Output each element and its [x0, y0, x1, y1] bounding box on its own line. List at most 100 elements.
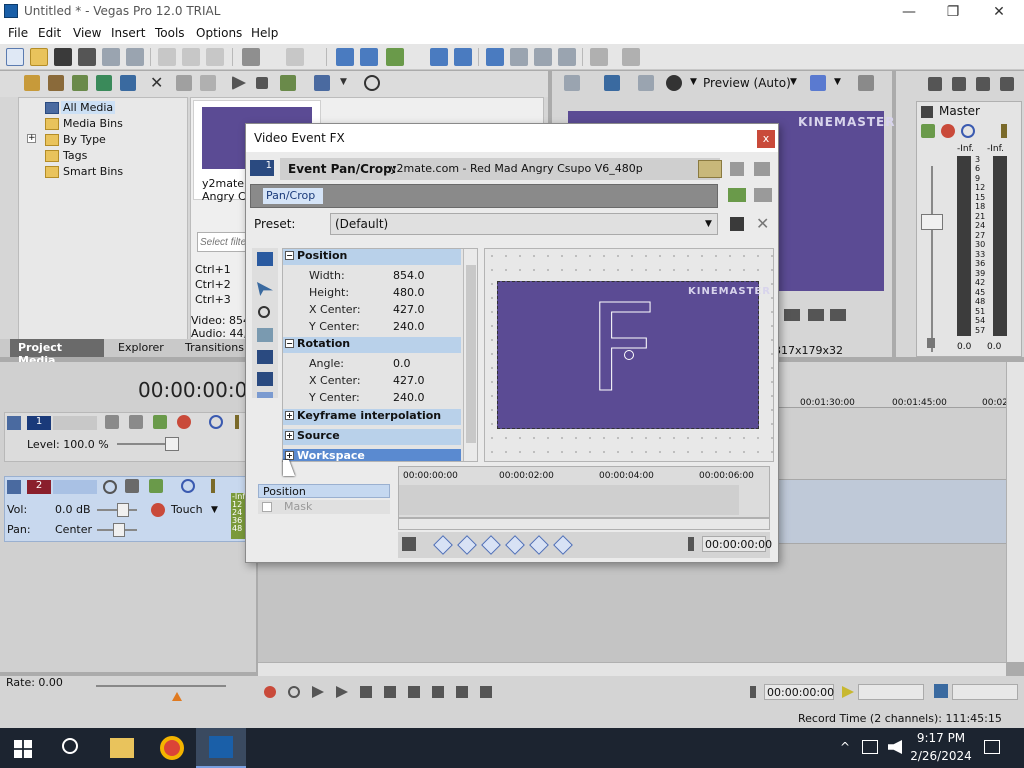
- tree-item-smart-bins[interactable]: Smart Bins: [63, 165, 123, 178]
- next-frame-icon[interactable]: [480, 686, 492, 698]
- master-gear-icon[interactable]: [941, 124, 955, 138]
- redo-icon[interactable]: [286, 48, 304, 66]
- get-media-icon[interactable]: [72, 75, 88, 91]
- transport-timecode[interactable]: 00:00:00:00: [764, 684, 834, 700]
- cut-icon[interactable]: [158, 48, 176, 66]
- stop-icon[interactable]: [384, 686, 396, 698]
- rotation-angle-value[interactable]: 0.0: [393, 357, 411, 370]
- section-toggle[interactable]: −: [285, 251, 294, 260]
- remove-plugin-icon[interactable]: [754, 188, 772, 202]
- help-icon[interactable]: [622, 48, 640, 66]
- section-position[interactable]: − Position: [283, 249, 461, 265]
- close-button[interactable]: ✕: [976, 0, 1022, 24]
- paste-icon[interactable]: [206, 48, 224, 66]
- track-name-field[interactable]: [53, 480, 97, 494]
- copy-snapshot-icon[interactable]: [858, 75, 874, 91]
- selection-length-field[interactable]: [952, 684, 1018, 700]
- preview-quality-dropdown[interactable]: Preview (Auto): [703, 76, 791, 90]
- undo-icon[interactable]: [242, 48, 260, 66]
- web-icon[interactable]: [120, 75, 136, 91]
- maximize-button[interactable]: ❐: [930, 0, 976, 24]
- search-icon[interactable]: [364, 75, 380, 91]
- go-to-start-icon[interactable]: [408, 686, 420, 698]
- keyframe-lane[interactable]: [399, 485, 739, 515]
- section-toggle[interactable]: +: [285, 431, 294, 440]
- rotation-x-center-value[interactable]: 427.0: [393, 374, 425, 387]
- refresh-icon[interactable]: [96, 75, 112, 91]
- composite-icon[interactable]: [129, 415, 143, 429]
- section-toggle[interactable]: +: [285, 451, 294, 460]
- last-keyframe-icon[interactable]: [505, 535, 525, 555]
- selection-start-field[interactable]: [858, 684, 924, 700]
- preview-quality-arrow-icon[interactable]: ▼: [790, 77, 797, 87]
- properties-scrollbar-thumb[interactable]: [466, 265, 476, 443]
- tray-chevron-icon[interactable]: ^: [840, 740, 850, 754]
- timeline-horizontal-scrollbar[interactable]: [258, 662, 1006, 676]
- tree-item-tags[interactable]: Tags: [63, 149, 87, 162]
- new-icon[interactable]: [6, 48, 24, 66]
- menu-file[interactable]: File: [8, 26, 28, 40]
- taskbar-date[interactable]: 2/26/2024: [908, 749, 974, 763]
- prev-frame-icon[interactable]: [784, 309, 800, 321]
- automation-gear-icon[interactable]: [151, 503, 165, 517]
- position-height-value[interactable]: 480.0: [393, 286, 425, 299]
- pan-slider-handle[interactable]: [113, 523, 125, 537]
- tab-project-media[interactable]: Project Media: [10, 339, 104, 367]
- move-freely-icon[interactable]: [257, 392, 273, 398]
- tab-transitions[interactable]: Transitions: [185, 341, 244, 354]
- crop-center-handle-icon[interactable]: [624, 350, 634, 360]
- overlays-dropdown-icon[interactable]: ▼: [834, 77, 841, 87]
- automation-dropdown-icon[interactable]: ▼: [211, 505, 218, 515]
- menu-options[interactable]: Options: [196, 26, 242, 40]
- meter-options-icon[interactable]: [1000, 77, 1014, 91]
- group-icon[interactable]: [534, 48, 552, 66]
- selection-tool-icon[interactable]: [386, 48, 404, 66]
- rate-slider-marker-icon[interactable]: [172, 692, 182, 701]
- section-rotation[interactable]: − Rotation: [283, 337, 461, 353]
- master-fader-handle[interactable]: [921, 214, 943, 230]
- level-slider-handle[interactable]: [165, 437, 179, 451]
- section-workspace[interactable]: + Workspace: [283, 449, 461, 461]
- downmix-icon[interactable]: [952, 77, 966, 91]
- track-settings-gear-icon[interactable]: [177, 415, 191, 429]
- loop-icon[interactable]: [288, 686, 300, 698]
- network-icon[interactable]: [862, 740, 878, 754]
- pause-icon[interactable]: [360, 686, 372, 698]
- media-properties-icon[interactable]: [176, 75, 192, 91]
- volume-icon[interactable]: [888, 740, 902, 754]
- section-keyframe-interpolation[interactable]: + Keyframe interpolation: [283, 409, 461, 425]
- keyframe-timeline[interactable]: 00:00:00:00 00:00:02:00 00:00:04:00 00:0…: [398, 466, 770, 518]
- audio-track-header[interactable]: 2 Vol: 0.0 dB Touch ▼ Pan: Center -Inf. …: [4, 476, 254, 542]
- capture-icon[interactable]: [48, 75, 64, 91]
- tree-item-all-media[interactable]: All Media: [61, 101, 116, 114]
- track-solo-icon[interactable]: [211, 479, 215, 493]
- show-properties-icon[interactable]: [257, 252, 273, 266]
- chrome-icon[interactable]: [160, 736, 184, 760]
- tab-explorer[interactable]: Explorer: [118, 341, 164, 354]
- track-motion-icon[interactable]: [105, 415, 119, 429]
- video-track-header[interactable]: 1 Level: 100.0 %: [4, 412, 254, 462]
- track-fx-icon[interactable]: [153, 415, 167, 429]
- views-dropdown-icon[interactable]: ▼: [340, 77, 347, 87]
- keyframe-scrollbar[interactable]: [398, 518, 770, 530]
- menu-tools[interactable]: Tools: [155, 26, 185, 40]
- track-solo-icon[interactable]: [235, 415, 239, 429]
- import-media-icon[interactable]: [24, 75, 40, 91]
- track-name-field[interactable]: [53, 416, 97, 430]
- create-keyframe-icon[interactable]: [529, 535, 549, 555]
- edit-tool-icon[interactable]: [336, 48, 354, 66]
- mask-checkbox[interactable]: [262, 502, 272, 512]
- render-icon[interactable]: [102, 48, 120, 66]
- media-fx-icon[interactable]: [200, 75, 216, 91]
- mixer-icon[interactable]: [928, 77, 942, 91]
- play-icon[interactable]: [232, 76, 246, 90]
- track-mute-icon[interactable]: [181, 479, 195, 493]
- delete-keyframe-icon[interactable]: [553, 535, 573, 555]
- first-keyframe-icon[interactable]: [433, 535, 453, 555]
- timecode-lock-icon[interactable]: [750, 686, 756, 698]
- position-x-center-value[interactable]: 427.0: [393, 303, 425, 316]
- stop-icon[interactable]: [256, 77, 268, 89]
- overlays-icon[interactable]: [810, 75, 826, 91]
- fx-view-grid-icon[interactable]: [730, 162, 744, 176]
- save-as-icon[interactable]: [78, 48, 96, 66]
